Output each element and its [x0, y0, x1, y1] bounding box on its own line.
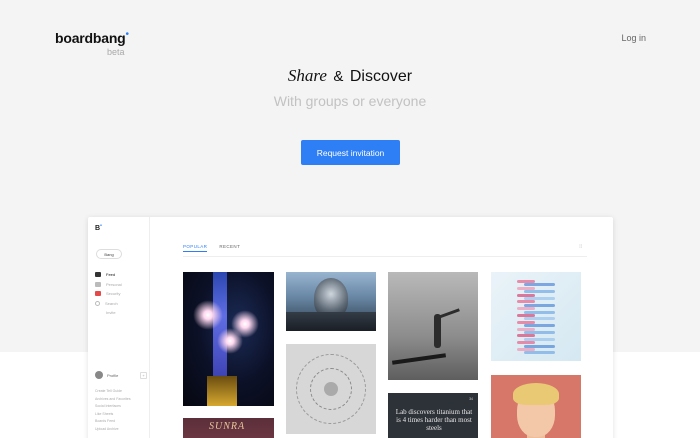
image-detail: [517, 341, 535, 345]
beta-tag: beta: [107, 47, 125, 57]
image-detail: [513, 383, 559, 405]
headline-ampersand: &: [333, 68, 344, 85]
news-card-count: 34: [469, 397, 473, 401]
app-preview: B• Bang Feed Personal Security Search In…: [88, 217, 613, 438]
image-detail: [517, 334, 535, 338]
sidebar-item-label: Search: [105, 300, 118, 306]
footer-link[interactable]: Like Sheets: [95, 412, 131, 420]
image-detail: [524, 324, 555, 328]
image-detail: [434, 314, 441, 348]
news-card-text: Lab discovers titanium that is 4 times h…: [395, 408, 473, 432]
sidebar-footer-links: Create Tell Guide Archives and Favorites…: [95, 389, 131, 434]
footer-link[interactable]: Upload Archive: [95, 427, 131, 435]
avatar: [95, 371, 103, 379]
image-detail: [517, 300, 535, 304]
preview-sidebar: B• Bang Feed Personal Security Search In…: [88, 217, 150, 438]
sidebar-item-feed[interactable]: Feed: [95, 270, 122, 280]
sidebar-item-label: Security: [106, 291, 121, 297]
image-detail: [391, 353, 447, 365]
image-detail: [217, 328, 243, 354]
add-icon[interactable]: +: [140, 371, 147, 379]
sidebar-item-invite[interactable]: Invite: [95, 308, 122, 318]
image-card-sparklers[interactable]: [183, 272, 274, 406]
preview-logo-dot: •: [100, 223, 102, 229]
sidebar-nav: Feed Personal Security Search Invite: [95, 270, 122, 318]
profile-row[interactable]: Profile +: [95, 371, 147, 379]
brand-name: boardbang: [55, 30, 126, 46]
footer-link[interactable]: Create Tell Guide: [95, 389, 131, 397]
image-detail: [286, 312, 376, 331]
preview-logo[interactable]: B•: [95, 223, 102, 232]
image-card-sunra[interactable]: SUNRA: [183, 418, 274, 438]
footer-link[interactable]: Social Interfaces: [95, 404, 131, 412]
image-detail: [524, 290, 555, 294]
card-title: SUNRA: [209, 421, 246, 432]
image-detail: [324, 382, 338, 396]
brand-dot: •: [125, 29, 130, 40]
image-detail: [524, 351, 555, 355]
image-card-diver[interactable]: [388, 272, 478, 380]
sidebar-item-search[interactable]: Search: [95, 299, 122, 309]
image-detail: [524, 317, 555, 321]
home-icon: [95, 272, 101, 278]
grid-view-icon[interactable]: ⁞⁞: [579, 244, 582, 250]
bang-icon: [95, 291, 101, 297]
feed-tabs: POPULAR RECENT: [183, 244, 252, 252]
sidebar-item-label: Feed: [106, 272, 116, 278]
sidebar-item-label: Personal: [106, 281, 122, 287]
board-selector[interactable]: Bang: [96, 249, 122, 259]
sidebar-item-security[interactable]: Security: [95, 289, 122, 299]
sidebar-item-personal[interactable]: Personal: [95, 280, 122, 290]
image-card-portrait[interactable]: [491, 375, 581, 438]
login-link[interactable]: Log in: [621, 33, 646, 43]
brand-logo[interactable]: boardbang• beta: [55, 29, 130, 57]
folder-icon: [95, 281, 101, 287]
divider: [183, 256, 587, 257]
sidebar-item-label: Invite: [106, 310, 116, 316]
image-detail: [517, 307, 535, 311]
image-detail: [524, 283, 555, 287]
tab-popular[interactable]: POPULAR: [183, 244, 208, 252]
profile-name: Profile: [107, 372, 119, 378]
headline-share: Share: [287, 66, 327, 85]
footer-link[interactable]: Boards Feed: [95, 419, 131, 427]
search-icon: [95, 300, 100, 306]
image-detail: [193, 300, 223, 330]
image-detail: [207, 376, 237, 406]
page-headline: Share & Discover: [0, 66, 700, 86]
footer-link[interactable]: Archives and Favorites: [95, 397, 131, 405]
news-card[interactable]: 34 Lab discovers titanium that is 4 time…: [388, 393, 478, 438]
image-detail: [438, 308, 460, 319]
tab-recent[interactable]: RECENT: [219, 244, 240, 252]
image-card-abstract[interactable]: [491, 272, 581, 361]
headline-discover: Discover: [349, 68, 413, 85]
request-invitation-button[interactable]: Request invitation: [301, 140, 400, 165]
image-card-pattern[interactable]: [286, 344, 376, 434]
image-card-astronaut[interactable]: [286, 272, 376, 331]
page-subheadline: With groups or everyone: [273, 93, 427, 109]
